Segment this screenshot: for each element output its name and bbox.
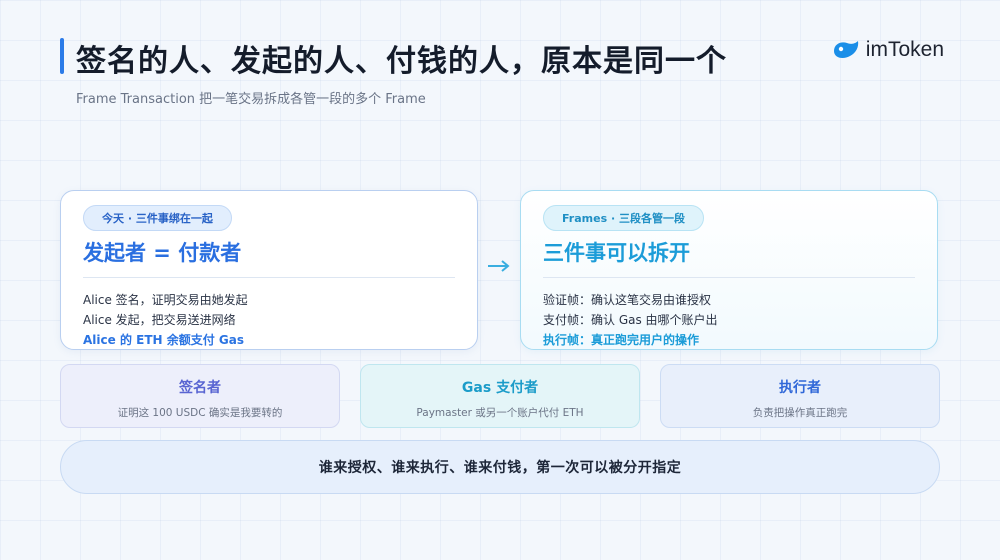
arrow-right-icon: [488, 260, 510, 272]
role-desc: 证明这 100 USDC 确实是我要转的: [117, 407, 283, 419]
today-tag: 今天 · 三件事绑在一起: [83, 205, 232, 231]
divider: [83, 277, 455, 278]
brand-logo: imToken: [832, 38, 944, 62]
imtoken-logo-icon: [833, 41, 858, 59]
page-title: 签名的人、发起的人、付钱的人，原本是同一个: [76, 44, 727, 79]
role-title: Gas 支付者: [461, 380, 539, 396]
role-desc: Paymaster 或另一个账户代付 ETH: [416, 407, 584, 419]
list-item: 验证帧：确认这笔交易由谁授权: [543, 293, 712, 307]
summary-text: 谁来授权、谁来执行、谁来付钱，第一次可以被分开指定: [318, 460, 682, 476]
role-title: 签名者: [179, 380, 221, 396]
list-item: 支付帧：确认 Gas 由哪个账户出: [543, 313, 718, 327]
today-card: 今天 · 三件事绑在一起 发起者 = 付款者 Alice 签名，证明交易由她发起…: [60, 190, 478, 350]
list-item-highlight: 执行帧：真正跑完用户的操作: [543, 333, 700, 347]
divider: [543, 277, 915, 278]
page-subtitle: Frame Transaction 把一笔交易拆成各管一段的多个 Frame: [76, 92, 426, 107]
list-item-highlight: Alice 的 ETH 余额支付 Gas: [83, 333, 244, 347]
frames-card: Frames · 三段各管一段 三件事可以拆开 验证帧：确认这笔交易由谁授权 支…: [520, 190, 938, 350]
role-signer: 签名者 证明这 100 USDC 确实是我要转的: [60, 364, 340, 428]
list-item: Alice 发起，把交易送进网络: [83, 313, 236, 327]
list-item: Alice 签名，证明交易由她发起: [83, 293, 248, 307]
role-title: 执行者: [779, 380, 821, 396]
summary-banner: 谁来授权、谁来执行、谁来付钱，第一次可以被分开指定: [60, 440, 940, 494]
brand-name: imToken: [865, 38, 944, 61]
role-desc: 负责把操作真正跑完: [752, 407, 848, 419]
role-gas-payer: Gas 支付者 Paymaster 或另一个账户代付 ETH: [360, 364, 640, 428]
frames-heading: 三件事可以拆开: [543, 241, 690, 265]
role-executor: 执行者 负责把操作真正跑完: [660, 364, 940, 428]
frames-tag: Frames · 三段各管一段: [543, 205, 704, 231]
title-accent-bar: [60, 38, 64, 74]
today-heading: 发起者 = 付款者: [83, 241, 242, 265]
